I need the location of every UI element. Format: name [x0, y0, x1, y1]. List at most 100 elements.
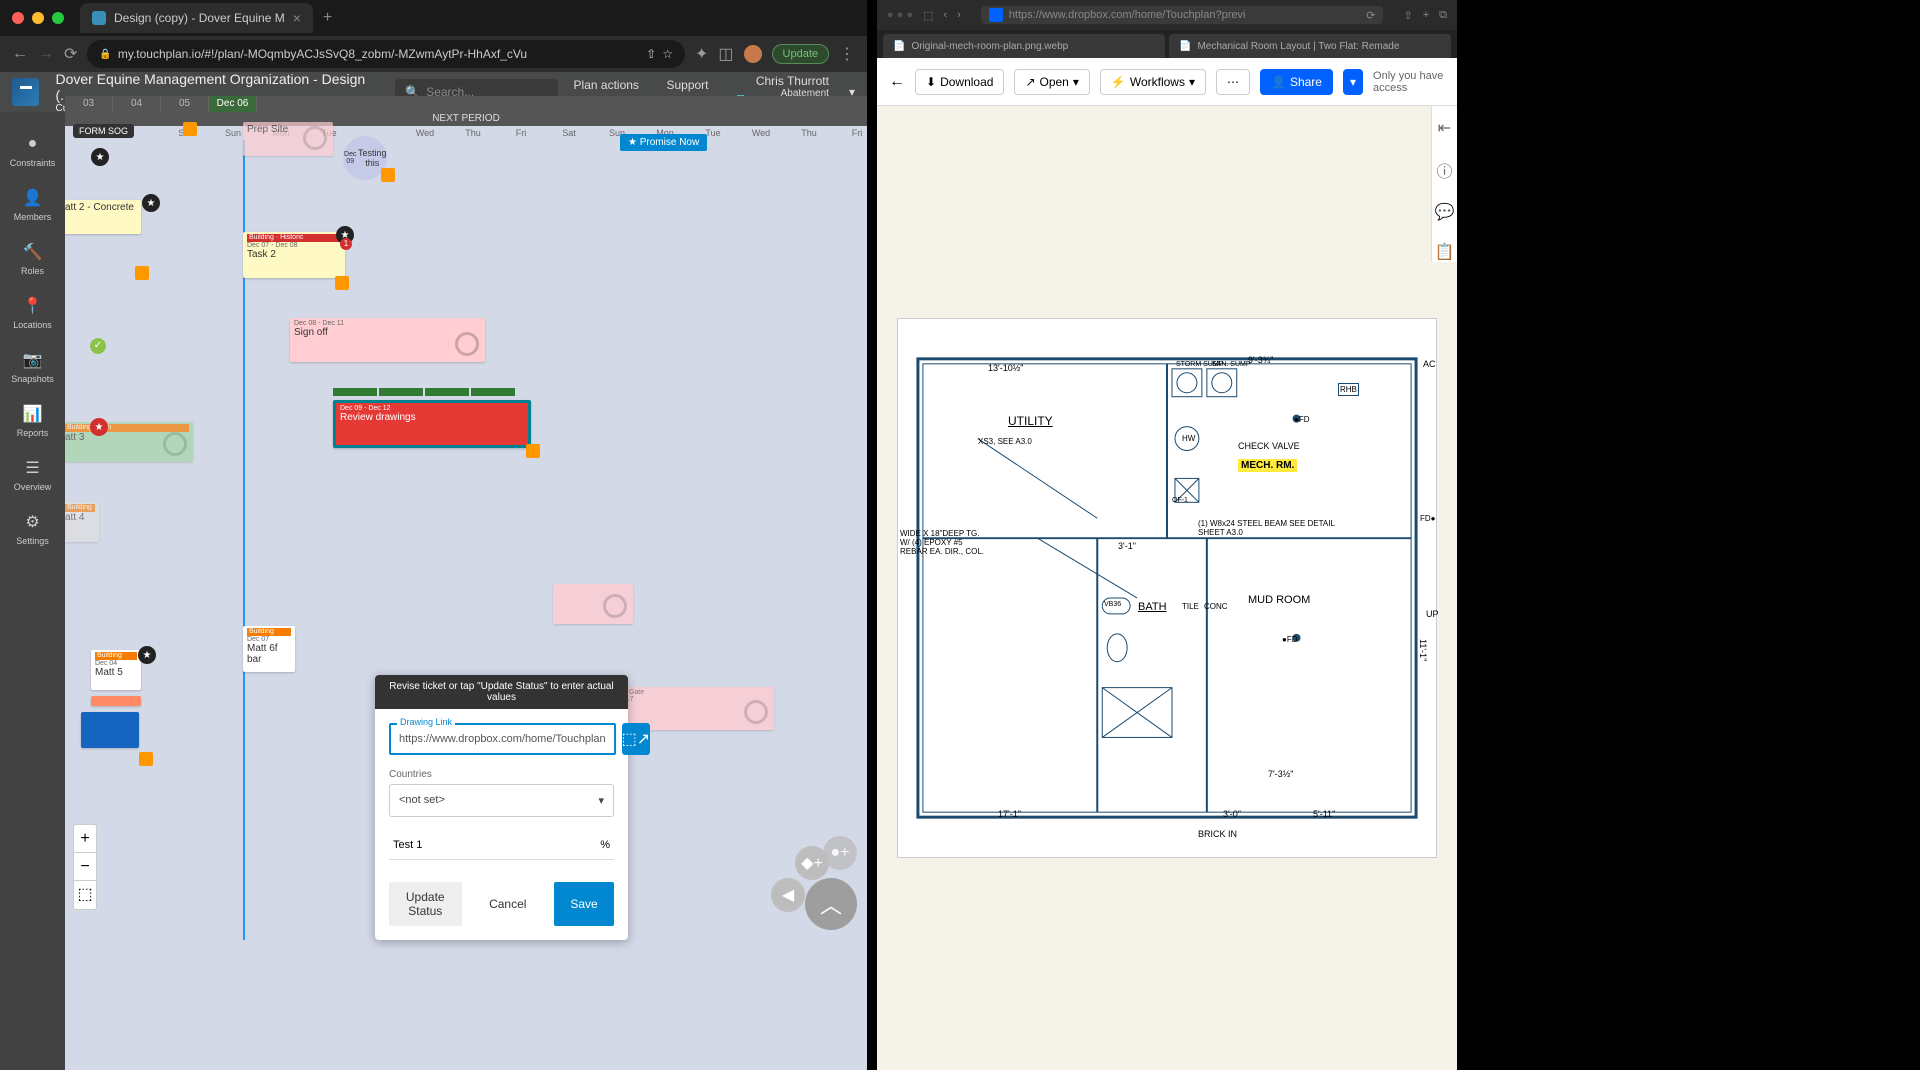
- touchplan-window: Design (copy) - Dover Equine M × + ← → ⟳…: [0, 0, 867, 1070]
- task-task2[interactable]: Building · Historic Dec 07 - Dec 08 Task…: [243, 232, 345, 278]
- forward-button[interactable]: →: [38, 45, 54, 63]
- download-button[interactable]: ⬇ Download: [915, 69, 1004, 95]
- back-icon[interactable]: ‹: [943, 9, 947, 21]
- open-dropdown[interactable]: ↗ Open ▾: [1014, 69, 1089, 95]
- warning-icon: [139, 752, 153, 766]
- close-tab-icon[interactable]: ×: [293, 10, 301, 26]
- open-external-icon: ⬚↗: [622, 729, 651, 749]
- task-pink-block[interactable]: [553, 584, 633, 624]
- cancel-button[interactable]: Cancel: [472, 882, 545, 926]
- right-tab-2[interactable]: 📄 Mechanical Room Layout | Two Flat: Rem…: [1169, 34, 1451, 58]
- avatar-icon[interactable]: [744, 45, 762, 63]
- task-signoff[interactable]: Dec 08 - Dec 11 Sign off: [290, 318, 485, 362]
- warning-icon: [526, 444, 540, 458]
- warning-icon: [335, 276, 349, 290]
- workflows-dropdown[interactable]: ⚡ Workflows ▾: [1100, 69, 1206, 95]
- browser-navigation-row: ← → ⟳ 🔒 my.touchplan.io/#!/plan/-MOqmbyA…: [0, 36, 867, 72]
- forward-icon[interactable]: ›: [957, 9, 961, 21]
- task-matt5[interactable]: Building North Dec 04 Matt 5: [91, 650, 141, 690]
- open-link-button[interactable]: ⬚↗: [622, 723, 651, 755]
- countries-select[interactable]: <not set> ▾: [389, 784, 614, 817]
- sidebar-toggle-icon[interactable]: ⬚: [923, 9, 933, 22]
- sidebar-item-locations[interactable]: 📍Locations: [0, 286, 65, 340]
- url-bar[interactable]: 🔒 my.touchplan.io/#!/plan/-MOqmbyACJsSvQ…: [87, 40, 685, 68]
- warning-icon: [381, 168, 395, 182]
- close-window-button[interactable]: [12, 12, 24, 24]
- activity-icon[interactable]: 📋: [1435, 242, 1455, 262]
- sidebar-item-overview[interactable]: ☰Overview: [0, 448, 65, 502]
- collapse-icon[interactable]: ⇤: [1438, 118, 1451, 138]
- task-matt6f[interactable]: Building North Dec 07 Matt 6f bar: [243, 626, 295, 672]
- bp-dim-2: 9'-3¾": [1248, 355, 1273, 365]
- right-url-bar[interactable]: https://www.dropbox.com/home/Touchplan?p…: [981, 6, 1384, 24]
- plan-canvas[interactable]: 03 04 05 Dec 06 NEXT PERIOD Sat Sun Mon …: [65, 96, 867, 1070]
- save-button[interactable]: Save: [554, 882, 614, 926]
- check-icon: [163, 432, 187, 456]
- share-button[interactable]: 👤 Share: [1260, 69, 1333, 95]
- bp-hw-label: HW: [1182, 434, 1195, 443]
- update-status-button[interactable]: Update Status: [389, 882, 462, 926]
- comment-icon[interactable]: 💬: [1435, 202, 1455, 222]
- sidebar-item-settings[interactable]: ⚙Settings: [0, 502, 65, 556]
- revise-ticket-modal: Revise ticket or tap "Update Status" to …: [375, 675, 628, 940]
- maximize-window-button[interactable]: [52, 12, 64, 24]
- update-button[interactable]: Update: [772, 44, 829, 64]
- fab-2[interactable]: ●+: [823, 836, 857, 870]
- sidebar-item-snapshots[interactable]: 📷Snapshots: [0, 340, 65, 394]
- reload-button[interactable]: ⟳: [64, 44, 77, 64]
- task-prep-site[interactable]: Prep Site: [243, 122, 333, 156]
- sidebar-item-members[interactable]: 👤Members: [0, 178, 65, 232]
- test-input[interactable]: Test 1 %: [389, 831, 614, 860]
- sidebar: ●Constraints 👤Members 🔨Roles 📍Locations …: [0, 112, 65, 1070]
- share-dropdown[interactable]: ▾: [1343, 69, 1363, 95]
- share-icon[interactable]: ⇧: [646, 47, 656, 61]
- browser-tab-active[interactable]: Design (copy) - Dover Equine M ×: [80, 3, 313, 33]
- task-review-drawings[interactable]: Dec 09 - Dec 12 Review drawings: [333, 400, 531, 448]
- zoom-in-button[interactable]: +: [74, 825, 96, 853]
- task-blue-block[interactable]: [81, 712, 139, 748]
- fab-main[interactable]: ︿: [805, 878, 857, 930]
- zoom-fit-button[interactable]: ⬚: [74, 881, 96, 909]
- sidebar-item-reports[interactable]: 📊Reports: [0, 394, 65, 448]
- drawing-link-input[interactable]: https://www.dropbox.com/home/Touchplan: [389, 723, 616, 755]
- warning-icon: [183, 122, 197, 136]
- promise-now-button[interactable]: ★ Promise Now: [620, 134, 707, 151]
- bp-fd-label-1: ●FD: [1294, 415, 1310, 424]
- tabs-icon[interactable]: ⧉: [1439, 9, 1447, 22]
- touchplan-logo-icon[interactable]: [12, 78, 39, 106]
- check-icon: [303, 126, 327, 150]
- new-tab-button[interactable]: +: [323, 9, 332, 27]
- task-orange-small[interactable]: [91, 696, 141, 706]
- more-button[interactable]: ⋯: [1216, 69, 1250, 95]
- back-arrow-button[interactable]: ←: [889, 73, 905, 91]
- info-icon[interactable]: ⓘ: [1436, 158, 1452, 182]
- sidebar-item-roles[interactable]: 🔨Roles: [0, 232, 65, 286]
- pin-icon: 📍: [23, 296, 43, 316]
- panel-icon[interactable]: ◫: [718, 44, 733, 64]
- blueprint-viewer[interactable]: UTILITY MECH. RM. CHECK VALVE BATH MUD R…: [877, 106, 1457, 1070]
- zoom-out-button[interactable]: −: [74, 853, 96, 881]
- menu-icon[interactable]: ⋮: [839, 44, 855, 64]
- right-tab-1[interactable]: 📄 Original-mech-room-plan.png.webp: [883, 34, 1165, 58]
- reload-icon[interactable]: ⟳: [1366, 9, 1375, 22]
- task-att4[interactable]: Building North att 4: [65, 502, 99, 542]
- sidebar-item-constraints[interactable]: ●Constraints: [0, 124, 65, 178]
- extensions-icon[interactable]: ✦: [695, 44, 708, 64]
- task-concrete[interactable]: att 2 - Concrete: [65, 200, 141, 234]
- pin-icon: ★: [138, 646, 156, 664]
- right-titlebar: ● ● ● ⬚ ‹ › https://www.dropbox.com/home…: [877, 0, 1457, 30]
- bp-dim-7: 7'-3½": [1268, 769, 1293, 779]
- new-tab-icon[interactable]: +: [1423, 9, 1429, 21]
- bp-dim-3: 3'-1": [1118, 541, 1136, 551]
- fab-3[interactable]: ◀: [771, 878, 805, 912]
- star-icon[interactable]: ☆: [662, 47, 673, 61]
- minimize-window-button[interactable]: [32, 12, 44, 24]
- bp-up-label: UP: [1426, 609, 1439, 619]
- share-icon[interactable]: ⇧: [1403, 9, 1412, 22]
- bp-conc-label: CONC: [1204, 602, 1228, 611]
- bp-tile-label: TILE: [1182, 602, 1199, 611]
- list-icon: ☰: [23, 458, 43, 478]
- chart-icon: 📊: [23, 404, 43, 424]
- back-button[interactable]: ←: [12, 45, 28, 63]
- task-att3[interactable]: Building North att 3: [65, 422, 193, 462]
